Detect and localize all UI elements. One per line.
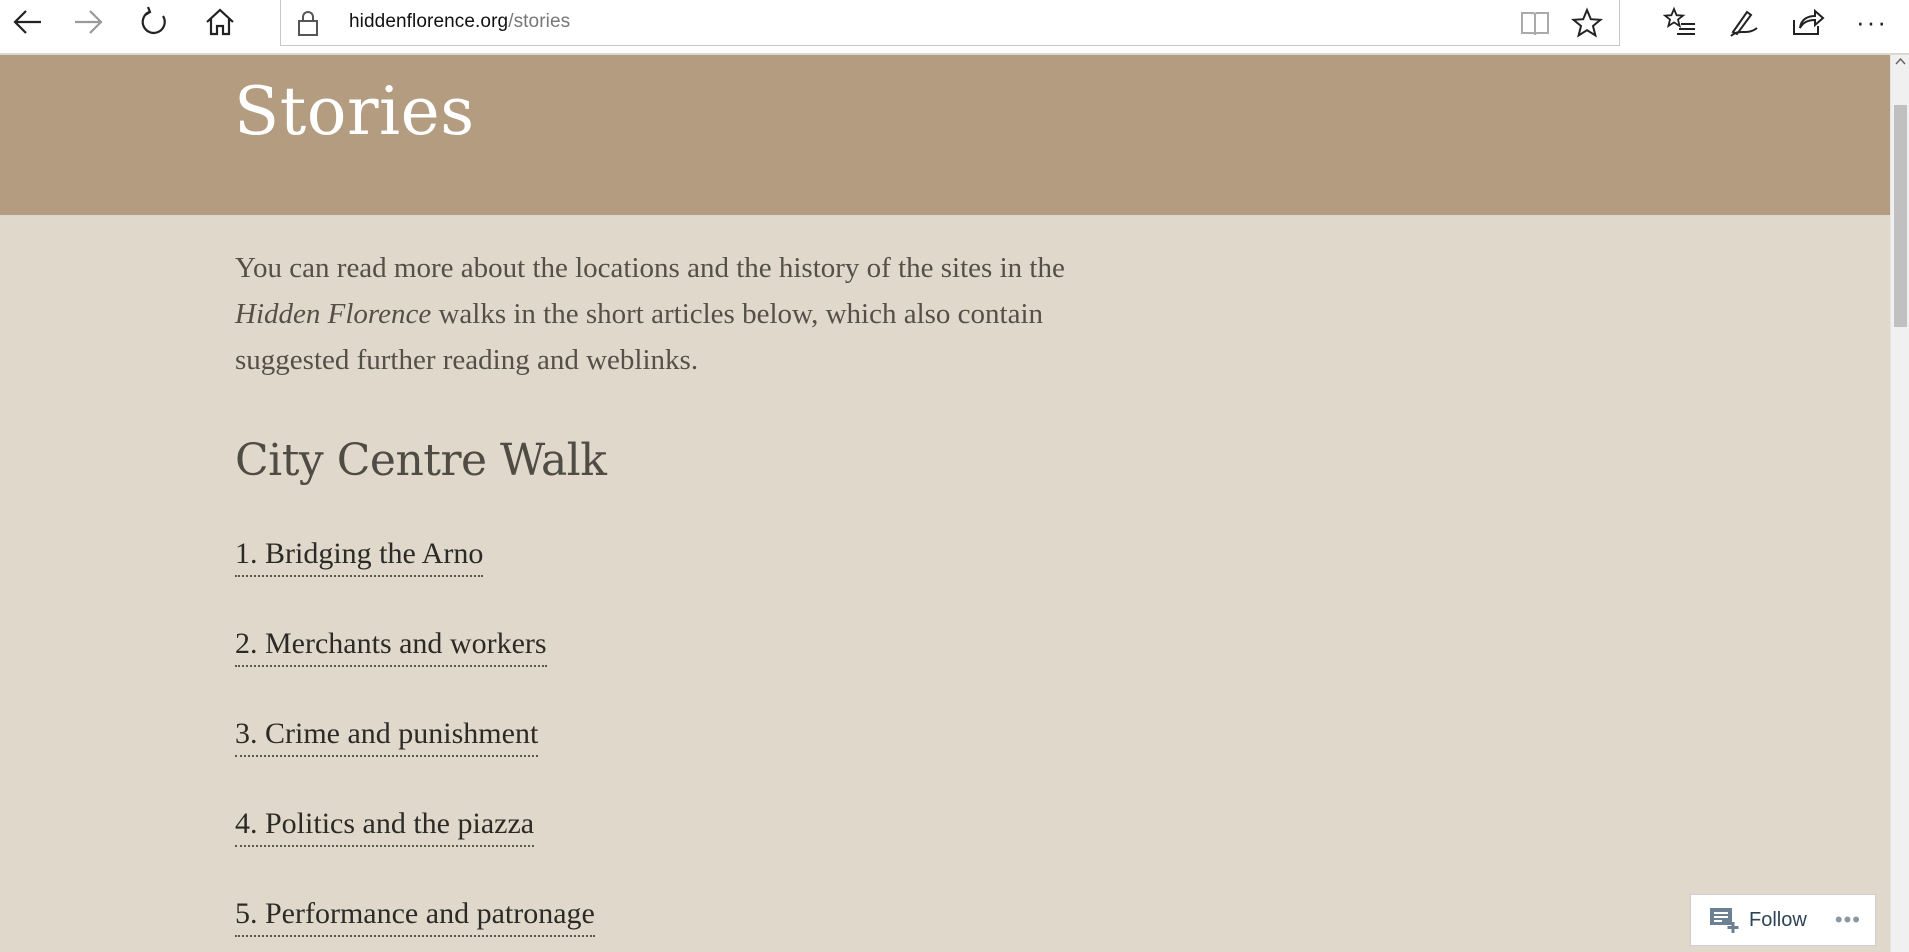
- scrollbar-thumb[interactable]: [1894, 105, 1907, 327]
- pen-icon: [1730, 10, 1758, 37]
- refresh-button[interactable]: [126, 0, 182, 44]
- story-link-1[interactable]: 1. Bridging the Arno: [235, 536, 484, 577]
- home-button[interactable]: [192, 0, 248, 44]
- main-content: You can read more about the locations an…: [235, 215, 1135, 952]
- browser-toolbar: hiddenflorence.org/stories ···: [0, 0, 1909, 54]
- favorites-list-icon: [1663, 6, 1695, 35]
- follow-reader-icon: [1710, 908, 1739, 933]
- intro-text-start: You can read more about the locations an…: [235, 252, 1065, 284]
- story-list: 1. Bridging the Arno 2. Merchants and wo…: [235, 536, 1135, 952]
- page-header-band: Stories: [0, 55, 1890, 215]
- story-link-3[interactable]: 3. Crime and punishment: [235, 716, 539, 757]
- back-button[interactable]: [0, 0, 56, 44]
- share-button[interactable]: [1780, 0, 1836, 44]
- reading-view-icon[interactable]: [1519, 8, 1551, 38]
- list-item: 3. Crime and punishment: [235, 716, 1135, 806]
- forward-button[interactable]: [60, 0, 116, 44]
- web-notes-button[interactable]: [1716, 0, 1772, 44]
- address-bar[interactable]: hiddenflorence.org/stories: [280, 0, 1620, 46]
- intro-italic-title: Hidden Florence: [235, 298, 432, 330]
- back-arrow-icon: [13, 10, 41, 34]
- home-icon: [206, 8, 234, 36]
- vertical-scrollbar[interactable]: [1890, 55, 1909, 952]
- follow-more-button[interactable]: •••: [1835, 907, 1861, 933]
- forward-arrow-icon: [75, 10, 103, 34]
- section-title: City Centre Walk: [235, 435, 607, 486]
- story-link-2[interactable]: 2. Merchants and workers: [235, 626, 547, 667]
- refresh-icon: [141, 6, 166, 35]
- list-item: 4. Politics and the piazza: [235, 806, 1135, 896]
- follow-widget[interactable]: Follow •••: [1690, 894, 1876, 946]
- url-domain: hiddenflorence.org: [349, 11, 509, 32]
- follow-label: Follow: [1749, 908, 1807, 931]
- list-item: 1. Bridging the Arno: [235, 536, 1135, 626]
- more-menu-button[interactable]: ···: [1844, 0, 1900, 44]
- scroll-up-arrow-icon[interactable]: [1895, 57, 1906, 65]
- list-item: 5. Performance and patronage: [235, 896, 1135, 952]
- lock-icon: [298, 11, 318, 36]
- intro-paragraph: You can read more about the locations an…: [235, 245, 1115, 383]
- favorites-button[interactable]: [1652, 0, 1708, 44]
- share-icon: [1793, 8, 1825, 35]
- story-link-5[interactable]: 5. Performance and patronage: [235, 896, 595, 937]
- story-link-4[interactable]: 4. Politics and the piazza: [235, 806, 535, 847]
- page-title: Stories: [234, 73, 475, 150]
- url-text: hiddenflorence.org/stories: [349, 11, 570, 33]
- url-path: /stories: [508, 11, 571, 32]
- list-item: 2. Merchants and workers: [235, 626, 1135, 716]
- add-favorite-star-icon[interactable]: [1571, 7, 1603, 39]
